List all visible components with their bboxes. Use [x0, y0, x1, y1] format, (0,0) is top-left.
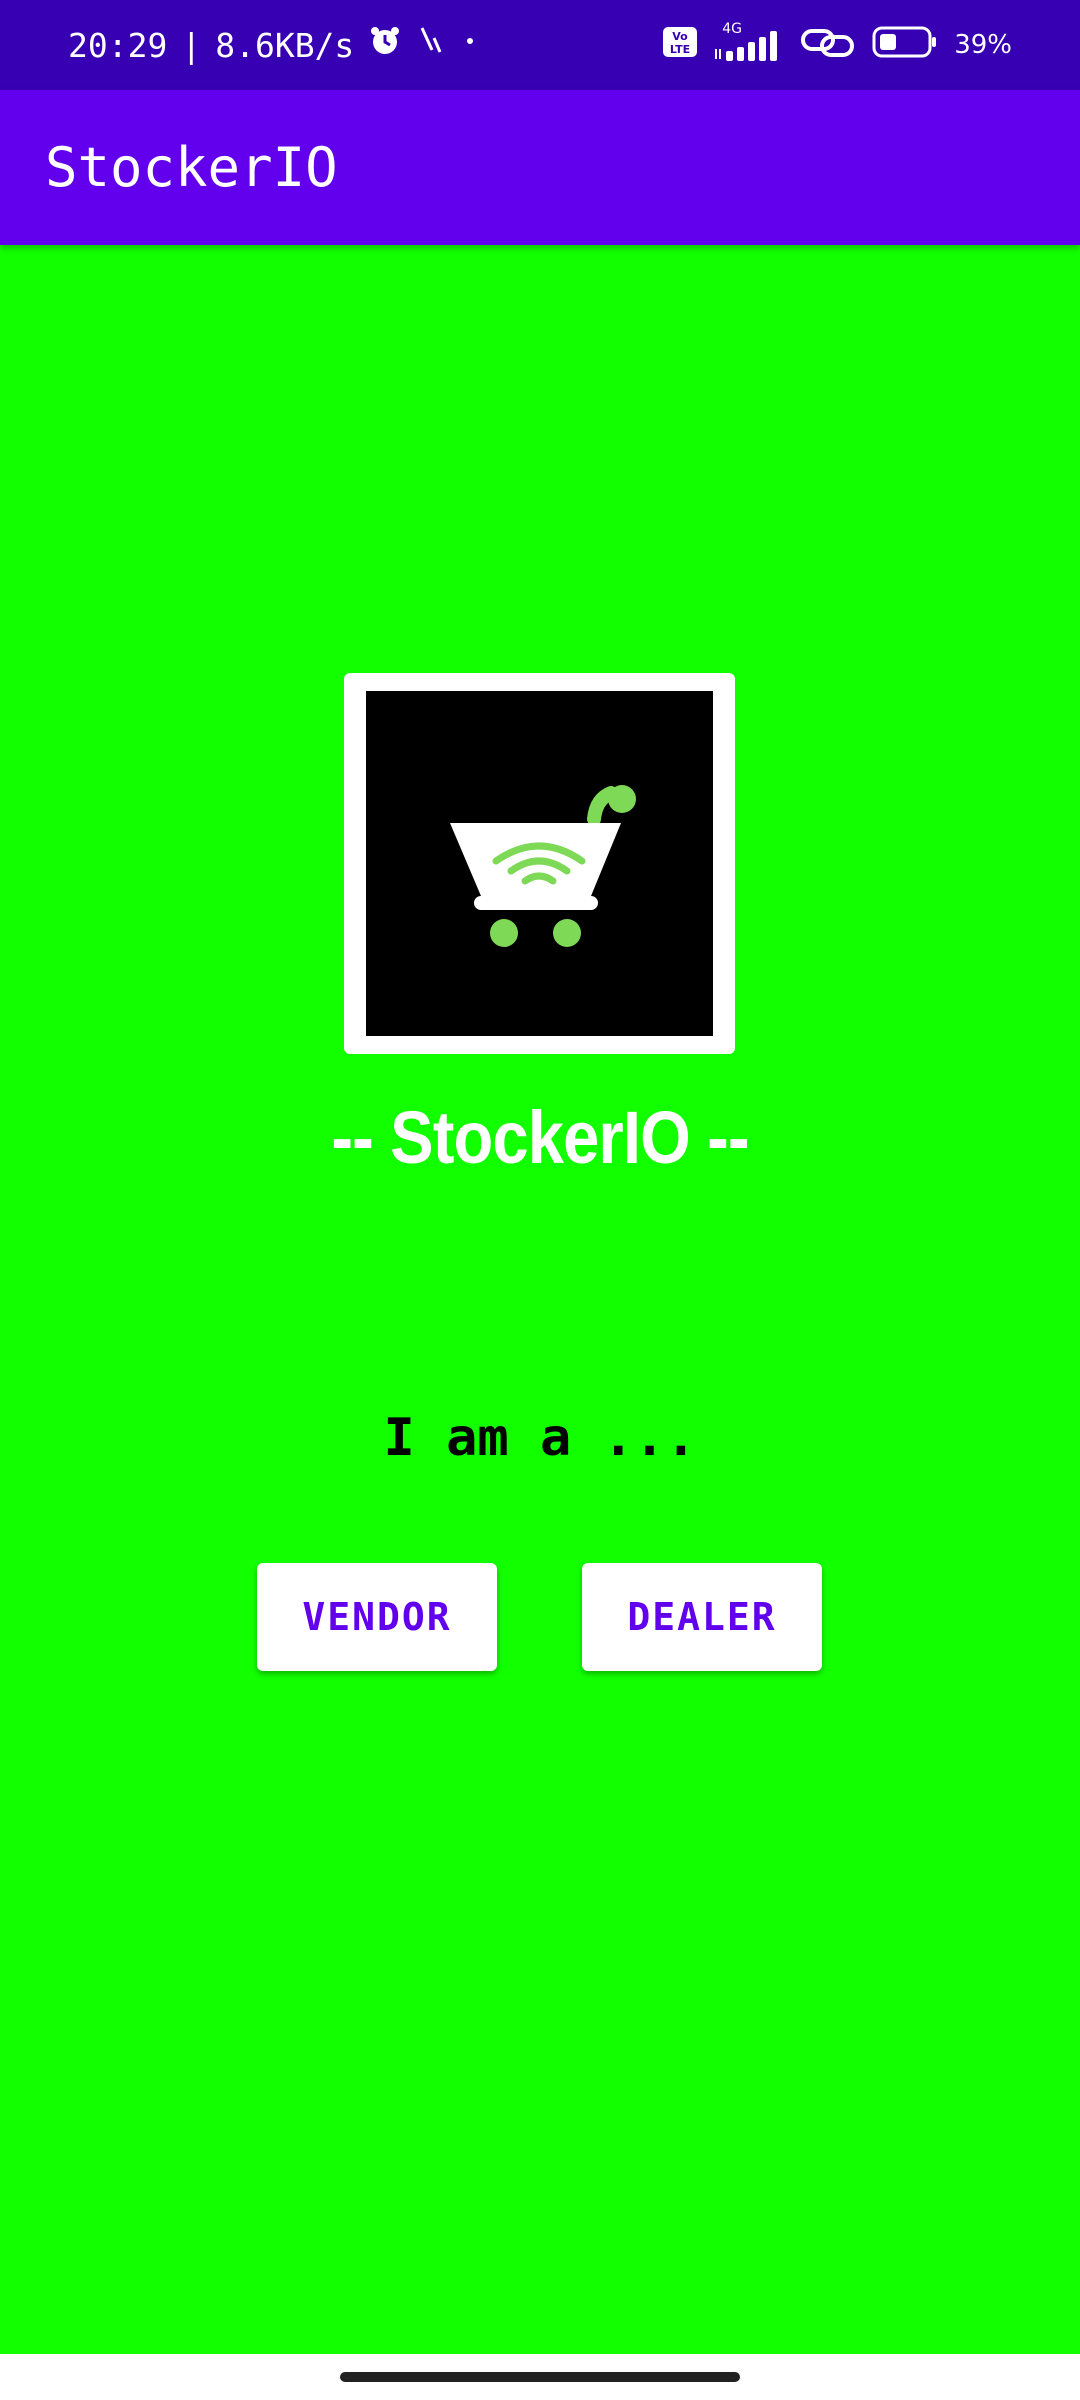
status-bar: 20:29 | 8.6KB/s Vo LTE 4G 39% [0, 0, 1080, 90]
brand-name: -- StockerIO -- [331, 1096, 749, 1179]
alarm-icon [368, 24, 402, 66]
vendor-button[interactable]: VENDOR [257, 1563, 497, 1671]
link-icon [800, 25, 856, 66]
battery-icon [872, 25, 938, 66]
dot-icon [460, 24, 480, 66]
dealer-button[interactable]: DEALER [582, 1563, 822, 1671]
shopping-cart-wifi-icon [450, 785, 636, 947]
svg-text:LTE: LTE [670, 43, 690, 56]
network-speed: 8.6KB/s [215, 25, 355, 65]
status-separator: | [181, 25, 202, 65]
signal-icon: 4G [714, 21, 784, 65]
battery-percent: 39% [954, 30, 1012, 60]
volte-icon: Vo LTE [662, 25, 698, 66]
app-bar: StockerIO [0, 90, 1080, 245]
role-prompt: I am a ... [383, 1408, 697, 1468]
home-indicator[interactable] [340, 2372, 740, 2382]
svg-text:Vo: Vo [672, 30, 688, 43]
activity-icon [416, 24, 446, 66]
app-title: StockerIO [45, 136, 338, 199]
status-left: 20:29 | 8.6KB/s [68, 0, 480, 90]
logo-background [366, 691, 713, 1036]
logo-frame [344, 673, 735, 1054]
status-time: 20:29 [68, 25, 168, 65]
status-right: Vo LTE 4G 39% [662, 0, 1012, 90]
